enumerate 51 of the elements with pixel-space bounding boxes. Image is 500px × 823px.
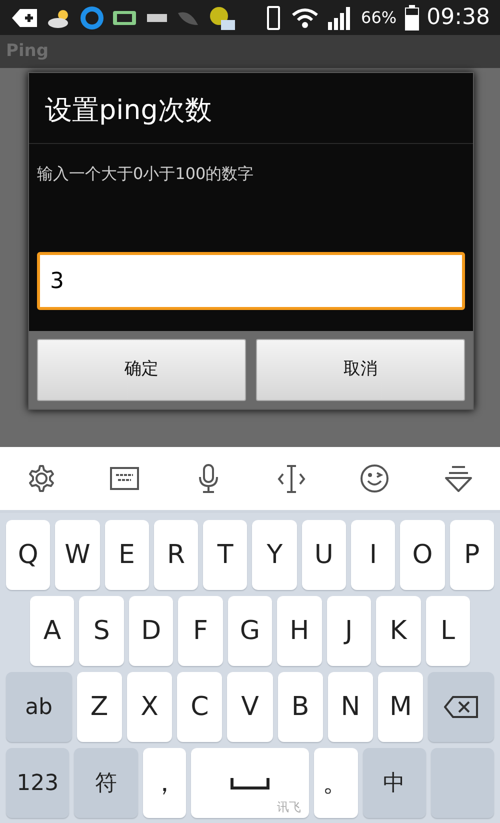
key[interactable]: W <box>55 520 100 590</box>
dialog-button[interactable]: 取消 <box>256 339 465 401</box>
dialog-button[interactable]: 确定 <box>37 339 246 401</box>
key[interactable]: Z <box>76 672 122 742</box>
key[interactable]: 123 <box>6 748 70 818</box>
key[interactable]: I <box>351 520 396 590</box>
key[interactable]: P <box>450 520 494 590</box>
key[interactable]: M <box>378 672 424 742</box>
key[interactable]: 中 <box>362 748 426 818</box>
backspace-icon <box>444 696 478 718</box>
wifi-icon <box>291 6 320 28</box>
key[interactable]: N <box>328 672 374 742</box>
key[interactable]: O <box>400 520 445 590</box>
key[interactable]: G <box>228 596 272 666</box>
battery-icon <box>404 4 419 30</box>
key[interactable]: S <box>79 596 124 666</box>
key[interactable]: V <box>227 672 273 742</box>
key[interactable]: K <box>376 596 420 666</box>
mail-icon <box>208 4 236 30</box>
input-field[interactable]: 3 <box>37 252 465 310</box>
key[interactable]: Q <box>6 520 50 590</box>
dialog-title: 设置ping次数 <box>45 95 212 126</box>
key[interactable]: L <box>426 596 470 666</box>
key[interactable]: ， <box>142 748 186 818</box>
key[interactable]: 。 <box>314 748 358 818</box>
key[interactable]: B <box>278 672 323 742</box>
browser-icon <box>80 6 104 30</box>
tag-icon <box>10 6 38 28</box>
key[interactable]: E <box>104 520 149 590</box>
key[interactable]: Y <box>252 520 297 590</box>
key[interactable]: R <box>154 520 198 590</box>
key[interactable]: ab <box>6 672 72 742</box>
key[interactable]: A <box>30 596 74 666</box>
key[interactable]: D <box>128 596 174 666</box>
key[interactable]: J <box>326 596 372 666</box>
space-icon <box>230 776 270 790</box>
battery-app-icon <box>112 8 138 26</box>
key[interactable]: H <box>277 596 322 666</box>
text-cursor-icon[interactable] <box>276 463 308 494</box>
key[interactable]: C <box>177 672 222 742</box>
key[interactable]: X <box>126 672 172 742</box>
clock: 09:38 <box>426 4 490 32</box>
wink-face-icon[interactable] <box>359 463 390 494</box>
key[interactable]: 符 <box>74 748 138 818</box>
key[interactable]: T <box>203 520 248 590</box>
battery-percent: 66% <box>361 6 397 28</box>
key[interactable]: U <box>302 520 346 590</box>
dialog-message: 输入一个大于0小于100的数字 <box>37 164 254 183</box>
backspace-key[interactable] <box>428 672 494 742</box>
key[interactable]: F <box>178 596 223 666</box>
collapse-icon[interactable] <box>442 463 474 494</box>
